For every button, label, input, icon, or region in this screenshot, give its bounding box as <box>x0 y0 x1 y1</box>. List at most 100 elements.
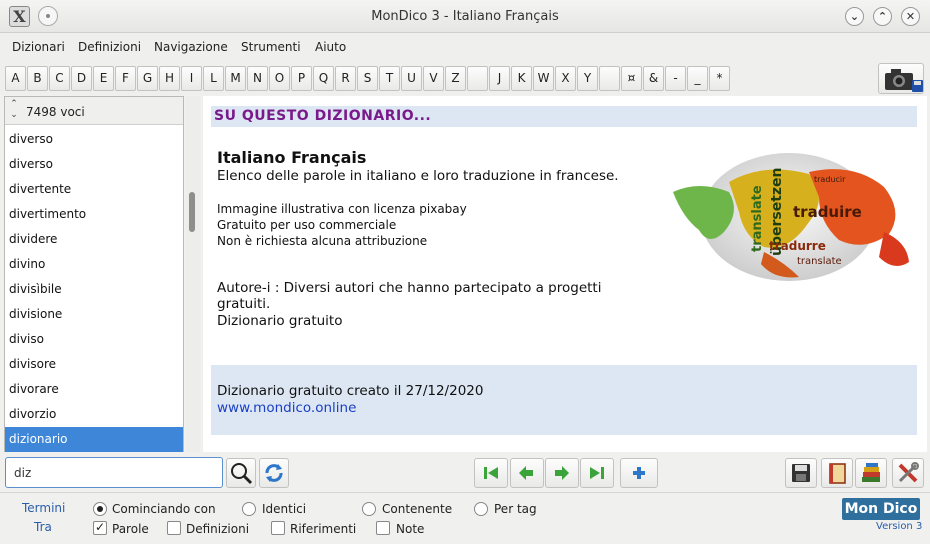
radio-label[interactable]: Identici <box>262 502 306 516</box>
letter-button[interactable]: _ <box>687 66 708 91</box>
last-button[interactable] <box>580 458 614 488</box>
image-word: tradurre <box>769 239 826 253</box>
word-list: ⌃ ⌄ 7498 voci diverso diverso divertente div… <box>4 96 184 452</box>
plus-icon <box>633 467 645 479</box>
radio-label[interactable]: Cominciando con <box>112 502 216 516</box>
letter-button[interactable]: P <box>291 66 312 91</box>
letter-button[interactable]: * <box>709 66 730 91</box>
minimize-button[interactable]: ⌄ <box>845 7 864 26</box>
next-button[interactable] <box>545 458 579 488</box>
scrollbar-thumb[interactable] <box>189 192 195 232</box>
letter-button[interactable]: C <box>49 66 70 91</box>
check-label[interactable]: Note <box>396 522 424 536</box>
letter-button[interactable]: H <box>159 66 180 91</box>
check-note[interactable] <box>376 521 390 535</box>
letter-button[interactable]: S <box>357 66 378 91</box>
letter-button[interactable]: M <box>225 66 246 91</box>
check-label[interactable]: Definizioni <box>186 522 249 536</box>
letter-button[interactable]: V <box>423 66 444 91</box>
image-word: traducir <box>814 175 846 184</box>
refresh-button[interactable] <box>259 458 289 488</box>
radio-per-tag[interactable] <box>474 502 488 516</box>
section-title: SU QUESTO DIZIONARIO... <box>211 106 917 127</box>
letter-button[interactable]: Q <box>313 66 334 91</box>
list-item[interactable]: dividere <box>5 227 183 252</box>
close-button[interactable]: ✕ <box>901 7 920 26</box>
letter-button[interactable]: W <box>533 66 554 91</box>
menu-strumenti[interactable]: Strumenti <box>241 40 301 54</box>
radio-cominciando[interactable] <box>93 502 107 516</box>
letter-button[interactable]: G <box>137 66 158 91</box>
previous-arrow-icon <box>519 466 533 480</box>
version-label: Version 3 <box>876 521 923 532</box>
letter-button[interactable]: U <box>401 66 422 91</box>
letter-button[interactable]: R <box>335 66 356 91</box>
list-item[interactable]: divisìbile <box>5 277 183 302</box>
letter-button[interactable]: - <box>665 66 686 91</box>
window-title: MonDico 3 - Italiano Français <box>371 9 559 24</box>
check-label[interactable]: Parole <box>112 522 149 536</box>
list-item[interactable]: diviso <box>5 327 183 352</box>
book-button[interactable] <box>821 458 853 488</box>
check-riferimenti[interactable] <box>271 521 285 535</box>
sort-spinner[interactable]: ⌃ ⌄ <box>7 99 21 122</box>
letter-button[interactable]: N <box>247 66 268 91</box>
check-definizioni[interactable] <box>167 521 181 535</box>
letter-button[interactable]: I <box>181 66 202 91</box>
alphabet-bar: ABCDEFGHILMNOPQRSTUVZ JKWXY ¤ & - _ * <box>0 61 930 95</box>
search-button[interactable] <box>226 458 256 488</box>
list-item[interactable]: diverso <box>5 127 183 152</box>
letter-button[interactable]: A <box>5 66 26 91</box>
radio-label[interactable]: Per tag <box>494 502 537 516</box>
list-scrollbar[interactable] <box>186 96 200 452</box>
check-parole[interactable]: ✓ <box>93 521 107 535</box>
list-item[interactable]: divorare <box>5 377 183 402</box>
save-button[interactable] <box>785 458 817 488</box>
letter-button[interactable]: O <box>269 66 290 91</box>
letter-button[interactable]: X <box>555 66 576 91</box>
first-button[interactable] <box>474 458 508 488</box>
info-line: Gratuito per uso commerciale <box>217 218 397 232</box>
search-input[interactable] <box>5 457 223 488</box>
menu-aiuto[interactable]: Aiuto <box>315 40 346 54</box>
library-button[interactable] <box>855 458 887 488</box>
letter-button[interactable]: D <box>71 66 92 91</box>
count-row: ⌃ ⌄ 7498 voci <box>5 97 183 125</box>
radio-identici[interactable] <box>242 502 256 516</box>
list-item[interactable]: divertimento <box>5 202 183 227</box>
letter-button[interactable]: ¤ <box>621 66 642 91</box>
menu-navigazione[interactable]: Navigazione <box>154 40 228 54</box>
radio-contenente[interactable] <box>362 502 376 516</box>
letter-button[interactable]: B <box>27 66 48 91</box>
image-word: translate <box>797 256 842 267</box>
list-item[interactable]: dizionario <box>5 427 183 452</box>
previous-button[interactable] <box>510 458 544 488</box>
letter-button[interactable]: Z <box>445 66 466 91</box>
settings-button[interactable] <box>892 458 924 488</box>
letter-button[interactable]: J <box>489 66 510 91</box>
list-item[interactable]: divertente <box>5 177 183 202</box>
letter-button[interactable]: F <box>115 66 136 91</box>
free-label: Dizionario gratuito <box>217 313 343 329</box>
letter-button[interactable]: Y <box>577 66 598 91</box>
radio-label[interactable]: Contenente <box>382 502 452 516</box>
screenshot-button[interactable] <box>878 63 924 94</box>
add-button[interactable] <box>620 458 658 488</box>
letter-button[interactable] <box>599 66 620 91</box>
letter-button[interactable]: & <box>643 66 664 91</box>
check-label[interactable]: Riferimenti <box>290 522 356 536</box>
maximize-button[interactable]: ⌃ <box>873 7 892 26</box>
list-item[interactable]: divisore <box>5 352 183 377</box>
letter-button[interactable]: T <box>379 66 400 91</box>
letter-button[interactable] <box>467 66 488 91</box>
list-item[interactable]: divino <box>5 252 183 277</box>
list-item[interactable]: diverso <box>5 152 183 177</box>
letter-button[interactable]: K <box>511 66 532 91</box>
letter-button[interactable]: L <box>203 66 224 91</box>
letter-button[interactable]: E <box>93 66 114 91</box>
menu-definizioni[interactable]: Definizioni <box>78 40 141 54</box>
website-link[interactable]: www.mondico.online <box>217 400 356 416</box>
menu-dizionari[interactable]: Dizionari <box>12 40 65 54</box>
list-item[interactable]: divorzio <box>5 402 183 427</box>
list-item[interactable]: divisione <box>5 302 183 327</box>
